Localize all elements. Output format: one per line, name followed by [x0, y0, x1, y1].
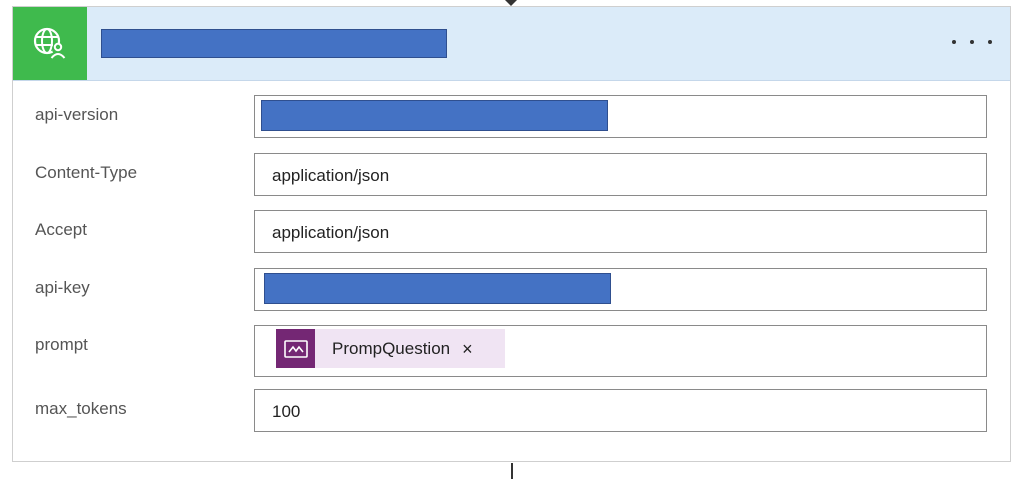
dynamic-content-token[interactable]: PrompQuestion ×: [276, 329, 505, 368]
field-row-prompt: prompt PrompQuestion ×: [13, 325, 1010, 377]
content-type-input[interactable]: application/json: [254, 153, 987, 196]
field-row-accept: Accept application/json: [13, 210, 1010, 254]
field-row-max-tokens: max_tokens 100: [13, 389, 1010, 433]
power-apps-icon: [276, 329, 315, 368]
field-row-api-key: api-key: [13, 268, 1010, 312]
field-label: prompt: [35, 335, 88, 354]
field-label: Content-Type: [35, 163, 138, 182]
field-label: api-version: [35, 105, 119, 124]
field-label: Accept: [35, 220, 87, 239]
field-value: 100: [272, 402, 301, 421]
globe-user-icon: [13, 7, 87, 80]
field-value: application/json: [272, 223, 390, 242]
field-label: max_tokens: [35, 399, 127, 418]
card-header[interactable]: [13, 7, 1010, 81]
close-icon[interactable]: ×: [462, 340, 473, 358]
field-row-api-version: api-version: [13, 95, 1010, 139]
more-options-icon[interactable]: [952, 29, 992, 55]
api-version-input[interactable]: [254, 95, 987, 138]
api-key-input[interactable]: [254, 268, 987, 311]
redacted-value: [264, 273, 611, 304]
prompt-input[interactable]: PrompQuestion ×: [254, 325, 987, 377]
action-card: api-version Content-Type application/jso…: [12, 6, 1011, 462]
redacted-value: [261, 100, 608, 131]
max-tokens-input[interactable]: 100: [254, 389, 987, 432]
field-label: api-key: [35, 278, 90, 297]
token-label: PrompQuestion: [332, 338, 451, 358]
flow-connector-line: [511, 463, 513, 479]
accept-input[interactable]: application/json: [254, 210, 987, 253]
field-row-content-type: Content-Type application/json: [13, 153, 1010, 197]
action-title-redacted: [101, 29, 447, 58]
field-value: application/json: [272, 166, 390, 185]
